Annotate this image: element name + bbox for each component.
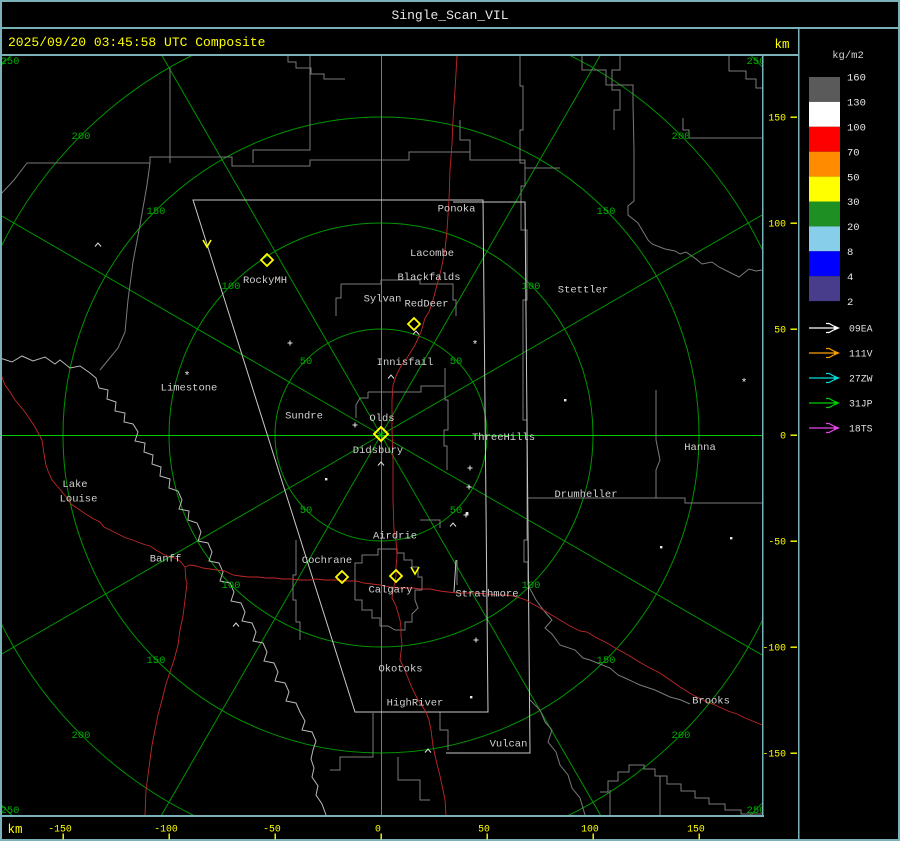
- svg-text:Okotoks: Okotoks: [378, 663, 422, 675]
- svg-text:Single_Scan_VIL: Single_Scan_VIL: [391, 8, 508, 23]
- svg-text:*: *: [741, 378, 748, 390]
- svg-text:50: 50: [847, 172, 860, 184]
- svg-text:150: 150: [147, 206, 166, 218]
- svg-text:Lacombe: Lacombe: [410, 248, 454, 260]
- svg-text:Lake: Lake: [62, 479, 87, 491]
- svg-text:Calgary: Calgary: [368, 584, 412, 596]
- svg-text:50: 50: [300, 505, 313, 517]
- svg-text:Brooks: Brooks: [692, 695, 730, 707]
- svg-text:50: 50: [774, 325, 786, 336]
- svg-text:Drumheller: Drumheller: [554, 489, 617, 501]
- svg-text:Strathmore: Strathmore: [455, 588, 518, 600]
- svg-text:Sundre: Sundre: [285, 410, 323, 422]
- svg-text:Louise: Louise: [60, 493, 98, 505]
- svg-text:100: 100: [522, 281, 541, 293]
- svg-text:Olds: Olds: [369, 413, 394, 425]
- svg-text:200: 200: [72, 131, 91, 143]
- svg-text:150: 150: [597, 655, 616, 667]
- svg-text:30: 30: [847, 197, 860, 209]
- svg-text:50: 50: [450, 505, 463, 517]
- svg-text:Innisfail: Innisfail: [377, 357, 434, 369]
- svg-text:-150: -150: [48, 824, 72, 835]
- svg-text:2025/09/20 03:45:58 UTC Compos: 2025/09/20 03:45:58 UTC Composite: [8, 35, 265, 50]
- svg-text:ThreeHills: ThreeHills: [472, 432, 535, 444]
- svg-text:HighRiver: HighRiver: [387, 697, 444, 709]
- svg-text:Hanna: Hanna: [684, 442, 716, 454]
- svg-text:111V: 111V: [849, 349, 873, 360]
- svg-text:-100: -100: [762, 643, 786, 654]
- svg-text:Ponoka: Ponoka: [438, 203, 476, 215]
- svg-text:0: 0: [780, 431, 786, 442]
- svg-text:150: 150: [687, 824, 705, 835]
- svg-text:-50: -50: [263, 824, 281, 835]
- svg-text:-150: -150: [762, 749, 786, 760]
- svg-text:Didsbury: Didsbury: [353, 445, 403, 457]
- svg-text:31JP: 31JP: [849, 399, 873, 410]
- svg-text:150: 150: [597, 206, 616, 218]
- svg-text:Banff: Banff: [150, 553, 182, 565]
- svg-text:200: 200: [672, 131, 691, 143]
- svg-text:250: 250: [1, 56, 20, 68]
- svg-text:0: 0: [375, 824, 381, 835]
- svg-text:70: 70: [847, 147, 860, 159]
- svg-text:km: km: [7, 823, 22, 837]
- svg-text:50: 50: [300, 356, 313, 368]
- svg-text:50: 50: [450, 356, 463, 368]
- svg-text:100: 100: [768, 219, 786, 230]
- svg-text:150: 150: [768, 113, 786, 124]
- svg-text:*: *: [472, 340, 479, 352]
- svg-text:100: 100: [222, 281, 241, 293]
- svg-text:Stettler: Stettler: [558, 284, 608, 296]
- svg-text:130: 130: [847, 98, 866, 110]
- svg-text:Blackfalds: Blackfalds: [397, 272, 460, 284]
- svg-text:50: 50: [478, 824, 490, 835]
- svg-text:-100: -100: [154, 824, 178, 835]
- svg-text:200: 200: [672, 730, 691, 742]
- svg-text:200: 200: [72, 730, 91, 742]
- svg-text:Airdrie: Airdrie: [373, 530, 417, 542]
- svg-text:RedDeer: RedDeer: [404, 298, 448, 310]
- svg-text:km: km: [774, 38, 789, 52]
- svg-text:100: 100: [522, 580, 541, 592]
- svg-text:Cochrane: Cochrane: [302, 555, 352, 567]
- svg-text:160: 160: [847, 73, 866, 85]
- svg-text:2: 2: [847, 297, 853, 309]
- svg-text:100: 100: [222, 580, 241, 592]
- svg-text:RockyMH: RockyMH: [243, 275, 287, 287]
- svg-text:4: 4: [847, 272, 853, 284]
- svg-text:100: 100: [847, 123, 866, 135]
- svg-text:kg/m2: kg/m2: [832, 50, 864, 62]
- svg-text:8: 8: [847, 247, 853, 259]
- svg-text:Limestone: Limestone: [161, 382, 218, 394]
- svg-text:100: 100: [581, 824, 599, 835]
- svg-text:Sylvan: Sylvan: [364, 293, 402, 305]
- svg-text:-50: -50: [768, 537, 786, 548]
- svg-text:Vulcan: Vulcan: [490, 738, 528, 750]
- svg-text:27ZW: 27ZW: [849, 374, 873, 385]
- svg-text:18TS: 18TS: [849, 424, 873, 435]
- svg-text:150: 150: [147, 655, 166, 667]
- svg-text:*: *: [184, 371, 191, 383]
- svg-text:20: 20: [847, 222, 860, 234]
- svg-text:09EA: 09EA: [849, 324, 873, 335]
